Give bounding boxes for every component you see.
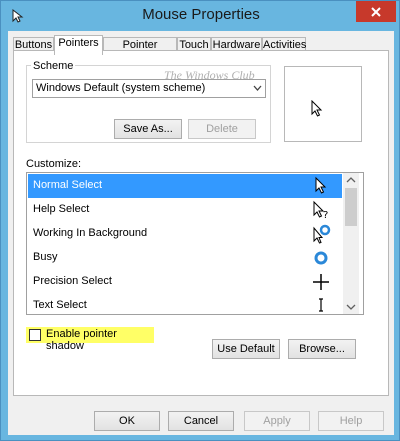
- list-item-text-select[interactable]: Text Select: [28, 294, 342, 314]
- apply-button[interactable]: Apply: [244, 411, 310, 431]
- help-button[interactable]: Help: [318, 411, 384, 431]
- cursor-list[interactable]: Normal Select Help Select ? Working In B…: [26, 172, 364, 315]
- save-as-button[interactable]: Save As...: [114, 119, 182, 139]
- delete-button[interactable]: Delete: [188, 119, 256, 139]
- cancel-button[interactable]: Cancel: [168, 411, 234, 431]
- scheme-selected-value: Windows Default (system scheme): [36, 82, 206, 94]
- enable-pointer-shadow-option[interactable]: Enable pointer shadow: [26, 327, 154, 352]
- list-item-label: Normal Select: [33, 179, 103, 191]
- list-item-label: Text Select: [33, 299, 87, 311]
- ok-button[interactable]: OK: [94, 411, 160, 431]
- mouse-properties-window: Mouse Properties Buttons Pointers Pointe…: [0, 0, 400, 441]
- preview-arrow-cursor-icon: [311, 100, 323, 117]
- scheme-combobox[interactable]: Windows Default (system scheme): [32, 79, 266, 98]
- chevron-down-icon: [253, 85, 262, 91]
- crosshair-cursor-icon: [313, 274, 329, 290]
- list-item-precision-select[interactable]: Precision Select: [28, 270, 342, 294]
- use-default-button[interactable]: Use Default: [212, 339, 280, 359]
- list-item-normal-select[interactable]: Normal Select: [28, 174, 342, 198]
- svg-text:?: ?: [323, 210, 328, 220]
- scheme-label: Scheme: [31, 60, 76, 72]
- window-title: Mouse Properties: [142, 6, 260, 23]
- list-item-working-in-background[interactable]: Working In Background: [28, 222, 342, 246]
- scroll-up-button[interactable]: [343, 173, 359, 187]
- pointers-tab-panel: Scheme The Windows Club Windows Default …: [13, 50, 389, 396]
- enable-pointer-shadow-checkbox[interactable]: [29, 329, 41, 341]
- close-icon: [371, 6, 381, 17]
- close-button[interactable]: [356, 1, 396, 22]
- chevron-down-icon: [346, 304, 356, 310]
- list-item-busy[interactable]: Busy: [28, 246, 342, 270]
- list-item-label: Busy: [33, 251, 58, 263]
- scroll-thumb[interactable]: [345, 188, 357, 226]
- list-scrollbar[interactable]: [343, 173, 359, 314]
- title-bar[interactable]: Mouse Properties: [1, 1, 400, 31]
- enable-pointer-shadow-label: Enable pointer shadow: [46, 328, 117, 352]
- customize-label: Customize:: [26, 158, 82, 170]
- tab-pointers[interactable]: Pointers: [54, 35, 103, 55]
- list-item-label: Working In Background: [33, 227, 148, 239]
- working-cursor-icon: [313, 224, 331, 244]
- dialog-client-area: Buttons Pointers Pointer Options Touch H…: [8, 31, 394, 435]
- text-cursor-icon: [319, 298, 323, 312]
- list-item-help-select[interactable]: Help Select ?: [28, 198, 342, 222]
- cursor-preview-box: [284, 66, 362, 142]
- list-item-label: Help Select: [33, 203, 90, 215]
- busy-cursor-icon: [314, 251, 328, 265]
- arrow-cursor-icon: [315, 176, 327, 194]
- help-cursor-icon: ?: [313, 200, 328, 220]
- scroll-down-button[interactable]: [343, 300, 359, 314]
- list-item-label: Precision Select: [33, 275, 112, 287]
- chevron-up-icon: [346, 177, 356, 183]
- browse-button[interactable]: Browse...: [288, 339, 356, 359]
